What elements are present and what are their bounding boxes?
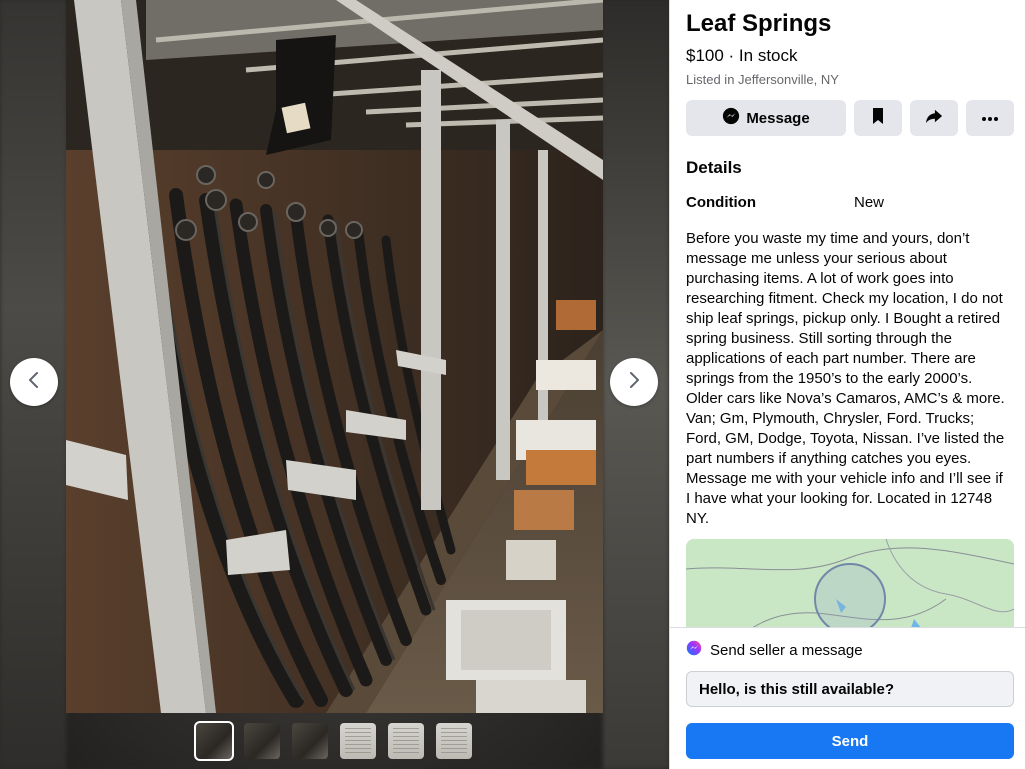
messenger-icon [686,640,702,661]
condition-value: New [854,194,885,211]
thumbnail-5[interactable] [388,723,424,759]
listing-detail-scroll[interactable]: Leaf Springs $100 · In stock Listed in J… [670,0,1025,627]
listing-title: Leaf Springs [686,10,832,37]
thumbnail-6[interactable] [436,723,472,759]
message-composer: Send seller a message Send [670,627,1025,769]
thumbnail-1[interactable] [194,721,234,761]
listing-description: Before you waste my time and yours, don’… [686,230,1005,527]
chevron-right-icon [624,370,644,395]
previous-photo-button[interactable] [10,358,58,406]
details-heading: Details [686,158,742,177]
share-button[interactable] [910,100,958,136]
listing-detail-panel: Leaf Springs $100 · In stock Listed in J… [669,0,1025,769]
thumbnail-3[interactable] [292,723,328,759]
action-bar: Message [686,100,1014,136]
message-button[interactable]: Message [686,100,846,136]
share-icon [925,107,943,130]
messenger-icon [722,107,740,129]
more-options-button[interactable] [966,100,1014,136]
save-button[interactable] [854,100,902,136]
bookmark-icon [871,107,885,130]
thumbnail-strip [194,721,472,761]
send-button[interactable]: Send [686,723,1014,759]
more-icon [981,109,999,127]
photo-viewer [0,0,669,769]
message-button-label: Message [746,109,810,127]
condition-row: Condition New [686,194,1014,212]
listing-location: Listed in Jeffersonville, NY [686,72,839,87]
next-photo-button[interactable] [610,358,658,406]
composer-heading: Send seller a message [710,641,863,659]
thumbnail-4[interactable] [340,723,376,759]
condition-label: Condition [686,194,756,211]
listing-price: $100 · In stock [686,46,798,65]
location-map[interactable] [686,539,1014,627]
listing-photo[interactable] [66,0,603,713]
composer-heading-row: Send seller a message [686,640,1014,661]
message-input[interactable] [686,671,1014,707]
thumbnail-2[interactable] [244,723,280,759]
chevron-left-icon [24,370,44,395]
